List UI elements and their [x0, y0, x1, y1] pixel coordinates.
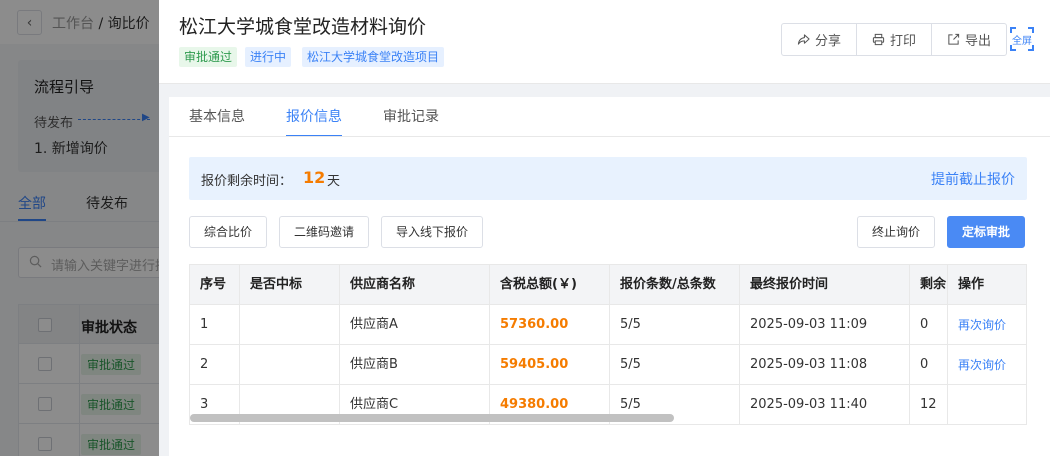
page-title: 松江大学城食堂改造材料询价	[179, 16, 427, 38]
printer-icon	[872, 33, 885, 46]
cell-supplier: 供应商A	[340, 305, 490, 345]
column-header: 序号	[190, 265, 240, 305]
horizontal-scrollbar[interactable]	[190, 414, 674, 422]
share-button[interactable]: 分享	[781, 23, 858, 56]
quote-countdown-banner: 报价剩余时间： 12 天 提前截止报价	[189, 157, 1027, 200]
detail-drawer: 松江大学城食堂改造材料询价 审批通过 进行中 松江大学城食堂改造项目 分享 打印…	[159, 0, 1050, 456]
cell-count: 5/5	[610, 345, 740, 385]
column-header: 报价条数/总条数	[610, 265, 740, 305]
status-tag: 进行中	[245, 47, 292, 67]
cell-amount: 57360.00	[490, 305, 610, 345]
approval-tag: 审批通过	[179, 47, 238, 67]
header-actions: 分享 打印 导出	[781, 23, 1008, 56]
cell-remain: 0	[910, 345, 948, 385]
terminate-inquiry-button[interactable]: 终止询价	[857, 216, 936, 248]
countdown-unit: 天	[327, 174, 341, 189]
countdown-value: 12	[303, 168, 326, 187]
cell-amount: 59405.00	[490, 345, 610, 385]
fullscreen-button[interactable]: 全屏	[1010, 27, 1034, 51]
cell-count: 5/5	[610, 305, 740, 345]
export-button[interactable]: 导出	[931, 23, 1008, 56]
countdown-label: 报价剩余时间：	[201, 174, 293, 189]
cell-supplier: 供应商B	[340, 345, 490, 385]
column-header: 含税总额(￥)	[490, 265, 610, 305]
content-card: 基本信息 报价信息 审批记录 报价剩余时间： 12 天 提前截止报价 综合比价 …	[169, 97, 1050, 456]
column-header: 是否中标	[240, 265, 340, 305]
cell-remain: 12	[910, 385, 948, 424]
cell-remain: 0	[910, 305, 948, 345]
cell-time: 2025-09-03 11:40	[740, 385, 910, 424]
cell-no: 1	[190, 305, 240, 345]
cell-time: 2025-09-03 11:09	[740, 305, 910, 345]
print-label: 打印	[890, 34, 917, 49]
import-offline-button[interactable]: 导入线下报价	[381, 216, 484, 248]
compare-button[interactable]: 综合比价	[189, 216, 268, 248]
tab-approval-record[interactable]: 审批记录	[383, 97, 439, 137]
cell-won	[240, 305, 340, 345]
quote-table: 序号 是否中标 供应商名称 含税总额(￥) 报价条数/总条数 最终报价时间 剩余…	[189, 264, 1027, 425]
fullscreen-icon	[1010, 27, 1016, 33]
table-row: 1 供应商A 57360.00 5/5 2025-09-03 11:09 0 再…	[190, 305, 1026, 345]
tab-basic-info[interactable]: 基本信息	[189, 97, 245, 137]
column-header: 操作	[958, 277, 985, 292]
print-button[interactable]: 打印	[856, 23, 933, 56]
column-header: 最终报价时间	[740, 265, 910, 305]
requote-link[interactable]: 再次询价	[958, 318, 1006, 332]
table-row: 2 供应商B 59405.00 5/5 2025-09-03 11:08 0 再…	[190, 345, 1026, 385]
requote-link[interactable]: 再次询价	[958, 358, 1006, 372]
column-header: 剩余	[910, 265, 948, 305]
tab-quote-info[interactable]: 报价信息	[286, 97, 342, 137]
award-approval-button[interactable]: 定标审批	[947, 216, 1026, 248]
table-header: 序号 是否中标 供应商名称 含税总额(￥) 报价条数/总条数 最终报价时间 剩余…	[190, 265, 1026, 305]
cell-won	[240, 345, 340, 385]
cell-time: 2025-09-03 11:08	[740, 345, 910, 385]
tabs-divider	[169, 136, 1050, 137]
share-icon	[797, 34, 810, 45]
export-icon	[948, 33, 960, 45]
qr-invite-button[interactable]: 二维码邀请	[279, 216, 370, 248]
share-label: 分享	[815, 34, 842, 49]
column-header: 供应商名称	[340, 265, 490, 305]
export-label: 导出	[965, 34, 992, 49]
close-quote-early-link[interactable]: 提前截止报价	[931, 169, 1015, 189]
detail-tabs: 基本信息 报价信息 审批记录	[189, 97, 439, 137]
drawer-header: 松江大学城食堂改造材料询价 审批通过 进行中 松江大学城食堂改造项目 分享 打印…	[159, 0, 1050, 84]
cell-no: 2	[190, 345, 240, 385]
project-tag[interactable]: 松江大学城食堂改造项目	[302, 47, 445, 67]
